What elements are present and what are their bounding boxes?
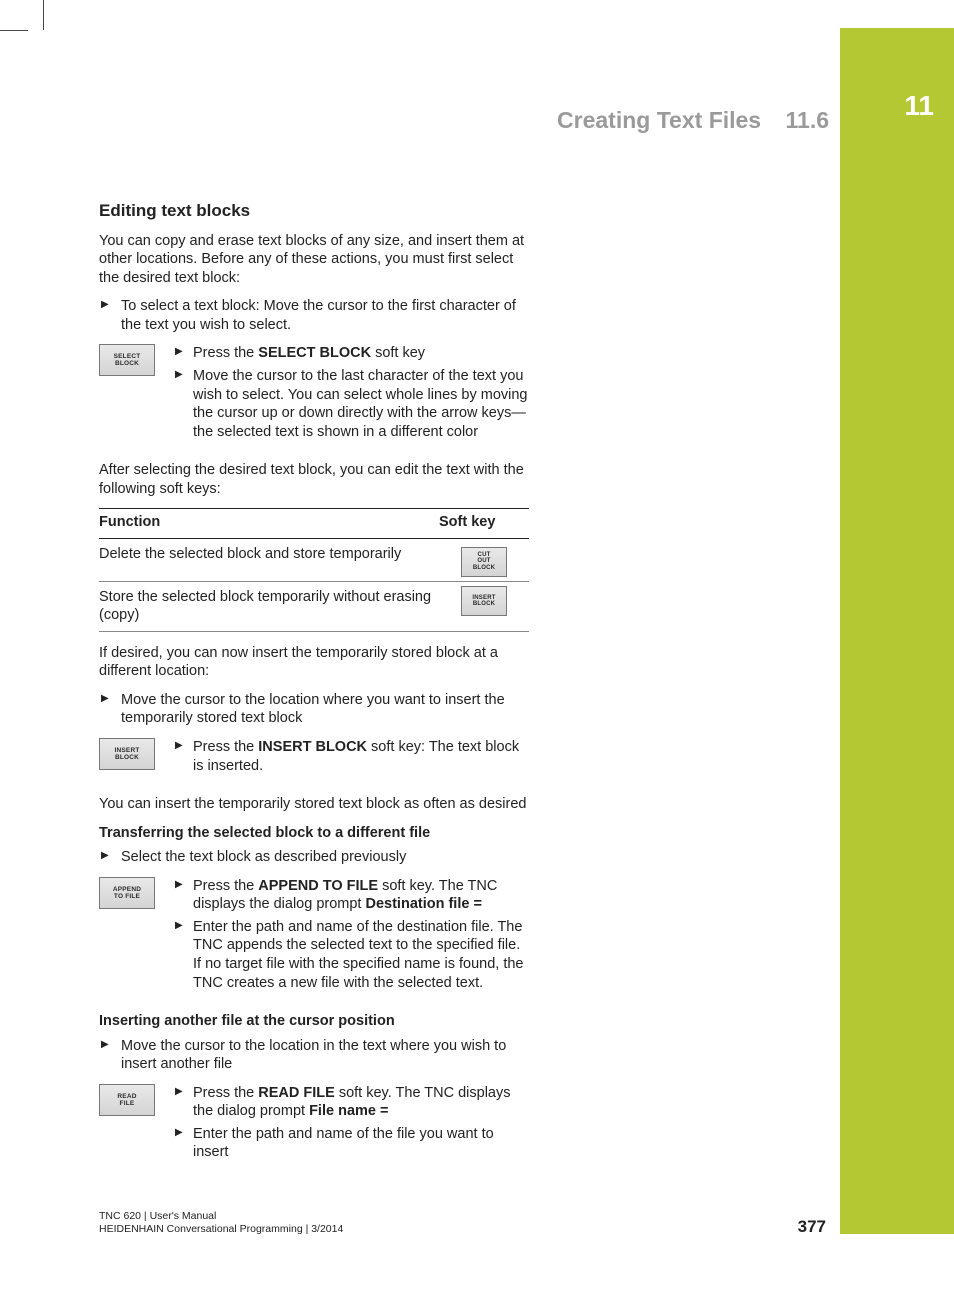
list-item: Move the cursor to the location where yo… [99,691,529,728]
softkey-row: APPENDTO FILE Press the APPEND TO FILE s… [99,877,529,1002]
table-row: Delete the selected block and store temp… [99,538,529,581]
list-item: Press the INSERT BLOCK soft key: The tex… [173,738,529,775]
running-head-section: 11.6 [786,107,830,133]
page: 11 Creating Text Files 11.6 Editing text… [0,0,954,1315]
crop-mark-horizontal [0,30,28,31]
table-cell-key: CUTOUTBLOCK [439,538,529,581]
list-item: Press the SELECT BLOCK soft key [173,344,529,363]
softkey-read-file: READFILE [99,1084,155,1116]
list-item: Press the READ FILE soft key. The TNC di… [173,1084,529,1121]
chapter-number: 11 [904,90,934,122]
softkey-description: Press the READ FILE soft key. The TNC di… [173,1084,529,1172]
intro-paragraph: You can copy and erase text blocks of an… [99,232,529,288]
table-header-function: Function [99,509,439,539]
table-row: Store the selected block temporarily wit… [99,581,529,631]
list-item: Move the cursor to the last character of… [173,367,529,441]
softkey-row: INSERTBLOCK Press the INSERT BLOCK soft … [99,738,529,785]
softkey-description: Press the APPEND TO FILE soft key. The T… [173,877,529,1002]
chapter-tab: 11 [840,28,954,1234]
function-table: Function Soft key Delete the selected bl… [99,508,529,632]
footer-line1: TNC 620 | User's Manual [99,1210,343,1224]
crop-mark-vertical [43,0,44,30]
table-header-softkey: Soft key [439,509,529,539]
softkey-description: Press the INSERT BLOCK soft key: The tex… [173,738,529,785]
running-head-title: Creating Text Files [557,107,761,133]
softkey-row: READFILE Press the READ FILE soft key. T… [99,1084,529,1172]
content-column: Editing text blocks You can copy and era… [99,200,529,1182]
page-number: 377 [798,1217,826,1237]
softkey-select-block: SELECTBLOCK [99,344,155,376]
table-cell-key: INSERTBLOCK [439,581,529,631]
subheading: Inserting another file at the cursor pos… [99,1012,529,1031]
section-heading: Editing text blocks [99,200,529,222]
paragraph: If desired, you can now insert the tempo… [99,644,529,681]
list-item: Press the APPEND TO FILE soft key. The T… [173,877,529,914]
running-head: Creating Text Files 11.6 [557,107,829,134]
paragraph: You can insert the temporarily stored te… [99,795,529,814]
softkey-insert-block: INSERTBLOCK [99,738,155,770]
list-item: Select the text block as described previ… [99,848,529,867]
table-cell: Store the selected block temporarily wit… [99,581,439,631]
softkey-description: Press the SELECT BLOCK soft key Move the… [173,344,529,451]
softkey-row: SELECTBLOCK Press the SELECT BLOCK soft … [99,344,529,451]
step-list: Move the cursor to the location where yo… [99,691,529,728]
step-list: To select a text block: Move the cursor … [99,297,529,334]
step-list: Move the cursor to the location in the t… [99,1037,529,1074]
softkey-insert-block: INSERTBLOCK [461,586,507,616]
list-item: Enter the path and name of the destinati… [173,918,529,992]
softkey-append-to-file: APPENDTO FILE [99,877,155,909]
subheading: Transferring the selected block to a dif… [99,824,529,843]
list-item: Enter the path and name of the file you … [173,1125,529,1162]
table-cell: Delete the selected block and store temp… [99,538,439,581]
paragraph: After selecting the desired text block, … [99,461,529,498]
list-item: To select a text block: Move the cursor … [99,297,529,334]
footer-line2: HEIDENHAIN Conversational Programming | … [99,1223,343,1237]
list-item: Move the cursor to the location in the t… [99,1037,529,1074]
step-list: Select the text block as described previ… [99,848,529,867]
footer-left: TNC 620 | User's Manual HEIDENHAIN Conve… [99,1210,343,1237]
softkey-cut-out-block: CUTOUTBLOCK [461,547,507,577]
